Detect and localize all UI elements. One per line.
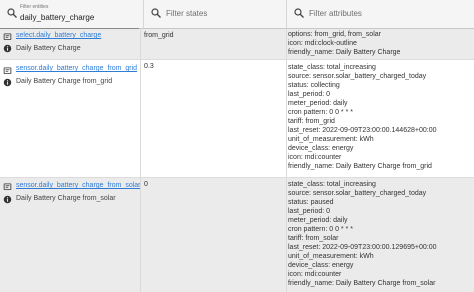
- table-row: select.daily_battery_charge Daily Batter…: [0, 29, 474, 60]
- entity-id-link[interactable]: select.daily_battery_charge: [16, 32, 101, 39]
- info-icon[interactable]: [3, 44, 12, 53]
- attribute-line: icon: mdi:clock-outline: [288, 40, 357, 47]
- table-row: sensor.daily_battery_charge_from_grid Da…: [0, 60, 474, 178]
- filter-attributes[interactable]: Filter attributes: [286, 0, 474, 28]
- attribute-line: cron pattern: 0 0 * * *: [288, 109, 353, 116]
- filter-entities[interactable]: Filter entities daily_battery_charge: [0, 0, 139, 29]
- attribute-line: last_reset: 2022-09-09T23:00:00.144628+0…: [288, 127, 437, 134]
- edit-entity-icon[interactable]: [3, 66, 12, 75]
- attribute-line: icon: mdi:counter: [288, 271, 342, 278]
- filter-states[interactable]: Filter states: [143, 0, 283, 28]
- attributes-cell: options: from_grid, from_solar icon: mdi…: [286, 29, 474, 59]
- filter-entities-label: Filter entities: [20, 4, 49, 10]
- attribute-line: unit_of_measurement: kWh: [288, 253, 374, 260]
- entity-cell: select.daily_battery_charge Daily Batter…: [0, 29, 140, 59]
- attribute-line: tariff: from_solar: [288, 235, 339, 242]
- attribute-line: icon: mdi:counter: [288, 154, 342, 161]
- attribute-line: friendly_name: Daily Battery Charge from…: [288, 280, 436, 287]
- attribute-line: meter_period: daily: [288, 100, 348, 107]
- attribute-line: friendly_name: Daily Battery Charge: [288, 49, 401, 56]
- entity-friendly-name: Daily Battery Charge from_solar: [16, 195, 116, 202]
- state-cell: 0.3: [140, 60, 286, 177]
- entity-friendly-name: Daily Battery Charge: [16, 45, 81, 52]
- attribute-line: meter_period: daily: [288, 217, 348, 224]
- filter-states-input[interactable]: Filter states: [166, 9, 207, 18]
- entity-cell: sensor.daily_battery_charge_from_grid Da…: [0, 60, 140, 177]
- attribute-line: device_class: energy: [288, 145, 354, 152]
- table-row: sensor.daily_battery_charge_from_solar D…: [0, 178, 474, 292]
- entity-cell: sensor.daily_battery_charge_from_solar D…: [0, 178, 141, 292]
- search-icon: [151, 8, 161, 18]
- attribute-line: last_period: 0: [288, 91, 331, 98]
- filter-bar: Filter entities daily_battery_charge Fil…: [0, 0, 474, 29]
- attribute-line: last_period: 0: [288, 208, 331, 215]
- info-icon[interactable]: [3, 195, 12, 204]
- attribute-line: tariff: from_grid: [288, 118, 335, 125]
- edit-entity-icon[interactable]: [3, 32, 12, 41]
- attributes-cell: state_class: total_increasing source: se…: [286, 178, 474, 292]
- search-icon: [294, 8, 304, 18]
- attribute-line: friendly_name: Daily Battery Charge from…: [288, 163, 432, 170]
- attribute-line: status: collecting: [288, 82, 340, 89]
- attribute-line: status: paused: [288, 199, 334, 206]
- attribute-line: state_class: total_increasing: [288, 181, 376, 188]
- entity-id-link[interactable]: sensor.daily_battery_charge_from_grid: [16, 65, 137, 72]
- state-cell: from_grid: [140, 29, 286, 59]
- attribute-line: cron pattern: 0 0 * * *: [288, 226, 353, 233]
- search-icon: [7, 8, 17, 18]
- entity-friendly-name: Daily Battery Charge from_grid: [16, 78, 113, 85]
- attribute-line: options: from_grid, from_solar: [288, 31, 381, 38]
- state-value: 0.3: [144, 63, 154, 70]
- attribute-line: device_class: energy: [288, 262, 354, 269]
- info-icon[interactable]: [3, 78, 12, 87]
- entity-id-link[interactable]: sensor.daily_battery_charge_from_solar: [16, 182, 141, 189]
- edit-entity-icon[interactable]: [3, 182, 12, 191]
- attribute-line: source: sensor.solar_battery_charged_tod…: [288, 190, 427, 197]
- attribute-line: source: sensor.solar_battery_charged_tod…: [288, 73, 427, 80]
- state-cell: 0: [140, 178, 286, 292]
- attribute-line: state_class: total_increasing: [288, 64, 376, 71]
- attributes-cell: state_class: total_increasing source: se…: [286, 60, 474, 177]
- state-value: 0: [144, 181, 148, 188]
- attribute-line: unit_of_measurement: kWh: [288, 136, 374, 143]
- state-value: from_grid: [144, 32, 174, 39]
- filter-attributes-input[interactable]: Filter attributes: [309, 9, 362, 18]
- attribute-line: last_reset: 2022-09-09T23:00:00.129695+0…: [288, 244, 437, 251]
- filter-entities-input[interactable]: daily_battery_charge: [20, 13, 94, 22]
